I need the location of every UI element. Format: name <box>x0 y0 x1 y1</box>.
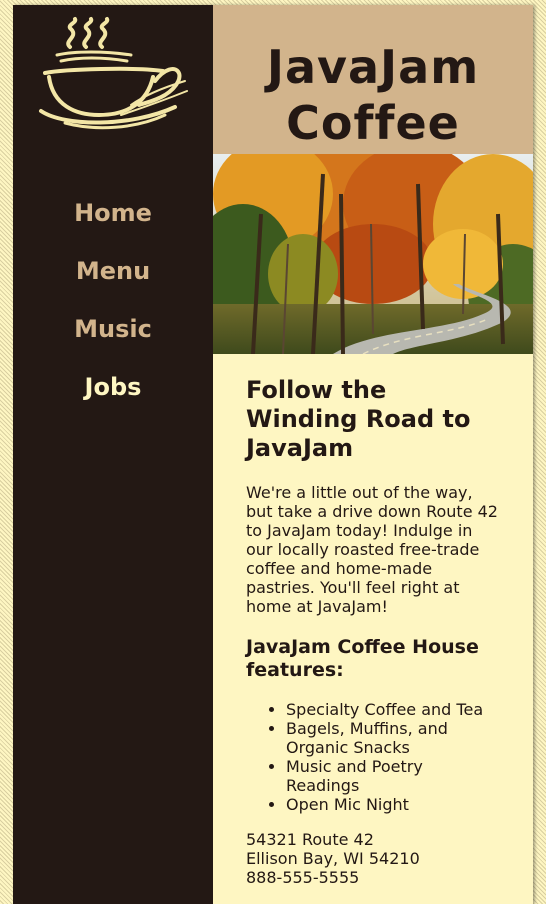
list-item: Bagels, Muffins, and Organic Snacks <box>286 719 500 757</box>
features-list: Specialty Coffee and Tea Bagels, Muffins… <box>246 700 500 814</box>
site-title: JavaJam Coffee <box>213 5 533 151</box>
main-navigation: Home Menu Music Jobs <box>13 193 213 425</box>
steaming-coffee-cup-icon <box>35 15 191 145</box>
features-heading: JavaJam Coffee House features: <box>246 636 479 681</box>
site-title-line2: Coffee <box>286 96 460 150</box>
hero-image-winding-road <box>213 154 533 354</box>
nav-link-home[interactable]: Home <box>74 199 152 227</box>
intro-paragraph: We're a little out of the way, but take … <box>246 483 498 616</box>
phone-number: 888-555-5555 <box>246 868 360 887</box>
city-line: Ellison Bay, WI 54210 <box>246 849 420 868</box>
main-content: Follow the Winding Road to JavaJam We're… <box>213 354 533 904</box>
nav-link-jobs[interactable]: Jobs <box>85 373 142 401</box>
list-item: Specialty Coffee and Tea <box>286 700 500 719</box>
main-heading: Follow the Winding Road to JavaJam <box>246 376 471 462</box>
nav-item-music[interactable]: Music <box>13 309 213 367</box>
contact-info: 54321 Route 42 Ellison Bay, WI 54210 888… <box>246 830 500 887</box>
list-item: Open Mic Night <box>286 795 500 814</box>
nav-item-menu[interactable]: Menu <box>13 251 213 309</box>
address-line: 54321 Route 42 <box>246 830 374 849</box>
nav-link-music[interactable]: Music <box>74 315 152 343</box>
site-title-line1: JavaJam <box>266 40 480 94</box>
nav-item-jobs[interactable]: Jobs <box>13 367 213 425</box>
nav-link-menu[interactable]: Menu <box>76 257 150 285</box>
list-item: Music and Poetry Readings <box>286 757 500 795</box>
page-wrapper: Home Menu Music Jobs JavaJam Coffee Foll… <box>13 5 533 904</box>
site-header: JavaJam Coffee <box>213 5 533 154</box>
nav-item-home[interactable]: Home <box>13 193 213 251</box>
